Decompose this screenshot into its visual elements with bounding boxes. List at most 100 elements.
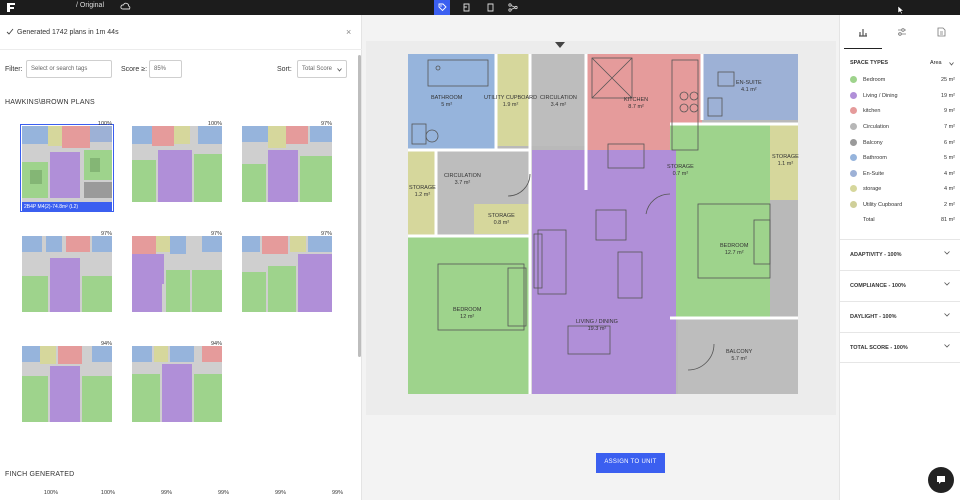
mouse-cursor-icon [897, 5, 905, 15]
legend-value: 6 m² [944, 140, 955, 146]
legend-name: storage [863, 186, 882, 192]
chevron-down-icon [944, 313, 950, 317]
accordion-compliance[interactable]: COMPLIANCE - 100% [840, 270, 960, 301]
room-name: UTILITY CUPBOARD [484, 95, 538, 101]
plan-score: 100% [207, 121, 222, 127]
legend-swatch [850, 170, 857, 177]
legend-swatch [850, 139, 857, 146]
plan-thumbnail[interactable]: 100% [12, 490, 58, 501]
room-area: 1.2 m² [414, 191, 431, 198]
floor-plan[interactable] [408, 54, 798, 394]
plan-thumbnail[interactable]: 94% [22, 341, 112, 430]
chevron-down-icon [949, 62, 954, 66]
room-label-bedroom: BEDROOM 12 m² [453, 307, 481, 321]
tab-settings[interactable] [883, 15, 921, 49]
plan-thumbnail-image [22, 346, 112, 422]
room-area: 0.7 m² [672, 170, 689, 177]
legend-value: 25 m² [940, 77, 955, 83]
plan-score: 94% [210, 341, 222, 347]
room-name: CIRCULATION [540, 95, 577, 101]
accordion-daylight[interactable]: DAYLIGHT - 100% [840, 301, 960, 332]
floor-tool-button[interactable] [458, 0, 474, 15]
sort-select[interactable]: Total Score [297, 60, 347, 78]
legend-name: Utility Cupboard [863, 202, 903, 208]
legend-row: En-Suite 4 m² [850, 170, 955, 180]
room-label-circulation: CIRCULATION 3.4 m² [540, 95, 577, 109]
plan-score: 97% [320, 121, 332, 127]
legend-row: Circulation 7 m² [850, 123, 955, 133]
score-threshold-input[interactable]: 85% [149, 60, 182, 78]
floor-icon [463, 3, 469, 12]
plan-thumbnail[interactable]: 97% [242, 121, 332, 210]
plan-thumbnail[interactable]: 99% [297, 490, 343, 501]
legend-swatch [850, 123, 857, 130]
legend-swatch [850, 92, 857, 99]
legend-row: storage 4 m² [850, 185, 955, 195]
plan-score: 99% [274, 490, 286, 496]
room-name: EN-SUITE [736, 80, 762, 86]
room-name: STORAGE [667, 164, 694, 170]
legend-swatch [850, 185, 857, 192]
collapse-arrow-icon[interactable] [555, 42, 565, 49]
plan-thumbnail[interactable]: 97% [242, 231, 332, 320]
legend-swatch [850, 201, 857, 208]
accordion-label: ADAPTIVITY - 100% [850, 252, 902, 258]
room-label-bathroom: BATHROOM 5 m² [431, 95, 462, 109]
tab-space-types[interactable] [844, 15, 882, 49]
close-icon[interactable]: × [346, 27, 351, 37]
chat-icon [937, 476, 945, 484]
plan-library-panel: Generated 1742 plans in 1m 44s × Filter:… [0, 15, 362, 500]
plan-thumbnail[interactable]: 100% [69, 490, 115, 501]
legend-name: Circulation [863, 124, 889, 130]
plan-thumbnail[interactable]: 97% [22, 231, 112, 320]
plan-score: 97% [100, 231, 112, 237]
tag-filter-input[interactable]: Select or search tags [26, 60, 112, 78]
room-label-balcony: BALCONY 5.7 m² [726, 349, 752, 363]
tag-tool-button[interactable] [434, 0, 450, 15]
room-name: BEDROOM [720, 243, 749, 249]
generation-status-text: Generated 1742 plans in 1m 44s [17, 29, 119, 36]
legend-name: Bedroom [863, 77, 886, 83]
legend-row: Bathroom 5 m² [850, 154, 955, 164]
plan-thumbnail[interactable]: 99% [126, 490, 172, 501]
plan-thumbnail[interactable]: 100% 2B4P M4(2)-74.8m² (L2) [20, 121, 114, 212]
scrollbar[interactable] [358, 55, 361, 357]
accordion-adaptivity[interactable]: ADAPTIVITY - 100% [840, 239, 960, 270]
space-types-title: SPACE TYPES [850, 60, 889, 66]
assign-to-unit-button[interactable]: ASSIGN TO UNIT [596, 453, 665, 473]
tab-document[interactable] [922, 15, 960, 49]
breadcrumb[interactable]: / Original [76, 2, 104, 9]
unit-tool-button[interactable] [482, 0, 498, 15]
plan-thumbnail[interactable]: 100% [132, 121, 222, 210]
cloud-sync-icon[interactable] [120, 2, 131, 11]
room-area: 19.3 m² [587, 325, 607, 332]
room-name: BATHROOM [431, 95, 463, 101]
finch-logo-icon[interactable] [6, 2, 16, 13]
room-name: STORAGE [772, 154, 799, 160]
accordion-total-score[interactable]: TOTAL SCORE - 100% [840, 332, 960, 363]
metric-select-value: Area [930, 60, 942, 66]
legend-value: 5 m² [944, 155, 955, 161]
share-tool-button[interactable] [505, 0, 521, 15]
legend-name: kitchen [863, 108, 881, 114]
room-name: STORAGE [409, 185, 436, 191]
room-area: 12.7 m² [724, 249, 744, 256]
plan-thumbnail[interactable]: 99% [240, 490, 286, 501]
plan-score: 97% [320, 231, 332, 237]
plan-thumbnail-image [242, 236, 332, 312]
room-area: 1.9 m² [502, 101, 519, 108]
metric-select[interactable]: Area [930, 60, 954, 68]
room-name: BALCONY [726, 349, 753, 355]
plan-thumbnail[interactable]: 99% [183, 490, 229, 501]
legend-total-row: Total 81 m² [850, 216, 955, 226]
sort-label: Sort: [277, 66, 292, 73]
legend-row: Balcony 6 m² [850, 139, 955, 149]
room-bedroom-1 [670, 124, 770, 318]
plan-thumbnail[interactable]: 94% [132, 341, 222, 430]
chat-button[interactable] [928, 467, 954, 493]
room-area: 0.8 m² [493, 219, 510, 226]
room-area: 5 m² [441, 101, 453, 108]
sliders-icon [898, 28, 906, 36]
plan-thumbnail[interactable]: 97% [132, 231, 222, 320]
room-name: CIRCULATION [444, 173, 481, 179]
